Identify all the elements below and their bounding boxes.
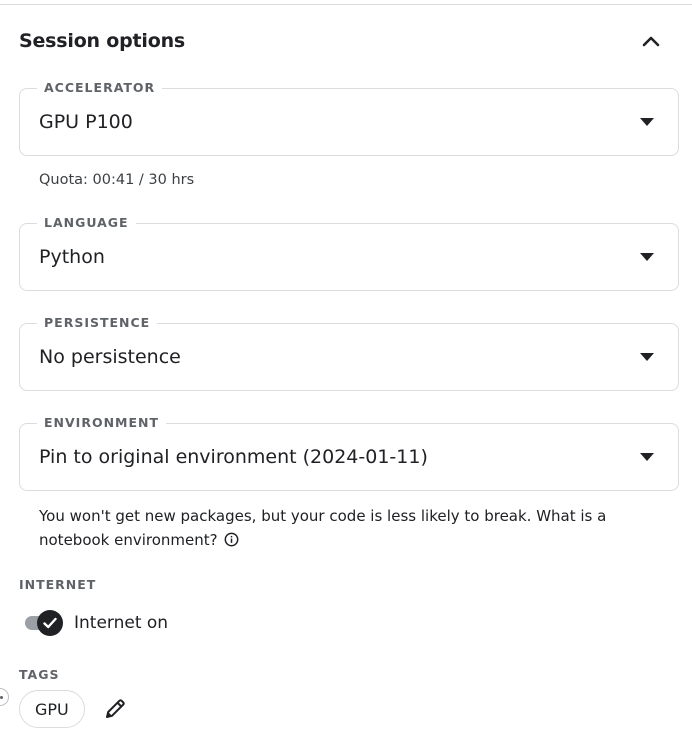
language-select[interactable]: LANGUAGE Python	[19, 215, 679, 291]
edge-handle[interactable]	[0, 688, 9, 706]
collapse-button[interactable]	[638, 28, 664, 54]
tags-row: GPU	[19, 690, 129, 728]
environment-label: ENVIRONMENT	[37, 415, 167, 431]
edit-tags-button[interactable]	[101, 695, 129, 723]
internet-toggle[interactable]	[23, 610, 63, 636]
section-title: Session options	[19, 30, 186, 52]
internet-toggle-row: Internet on	[23, 610, 168, 636]
internet-toggle-label: Internet on	[74, 613, 169, 633]
language-value: Python	[39, 246, 105, 268]
quota-text: Quota: 00:41 / 30 hrs	[39, 172, 195, 188]
chevron-up-icon	[642, 36, 660, 47]
persistence-select[interactable]: PERSISTENCE No persistence	[19, 315, 679, 391]
environment-select[interactable]: ENVIRONMENT Pin to original environment …	[19, 415, 679, 491]
dropdown-arrow-icon	[640, 118, 654, 126]
tag-chip[interactable]: GPU	[19, 690, 85, 728]
accelerator-select[interactable]: ACCELERATOR GPU P100	[19, 80, 679, 156]
toggle-thumb	[37, 610, 63, 636]
dropdown-arrow-icon	[640, 353, 654, 361]
environment-helper-text[interactable]: You won't get new packages, but your cod…	[39, 507, 606, 549]
accelerator-value: GPU P100	[39, 111, 133, 133]
internet-label: INTERNET	[19, 577, 97, 592]
environment-value: Pin to original environment (2024-01-11)	[39, 446, 428, 468]
persistence-value: No persistence	[39, 346, 181, 368]
top-divider	[0, 4, 692, 5]
dropdown-arrow-icon	[640, 253, 654, 261]
dropdown-arrow-icon	[640, 453, 654, 461]
session-options-header: Session options	[19, 26, 664, 56]
persistence-label: PERSISTENCE	[37, 315, 158, 331]
language-label: LANGUAGE	[37, 215, 136, 231]
environment-helper: You won't get new packages, but your cod…	[39, 504, 639, 554]
tags-label: TAGS	[19, 667, 60, 682]
pencil-icon	[105, 699, 125, 718]
check-icon	[43, 617, 57, 629]
info-icon[interactable]	[224, 530, 239, 554]
accelerator-label: ACCELERATOR	[37, 80, 163, 96]
